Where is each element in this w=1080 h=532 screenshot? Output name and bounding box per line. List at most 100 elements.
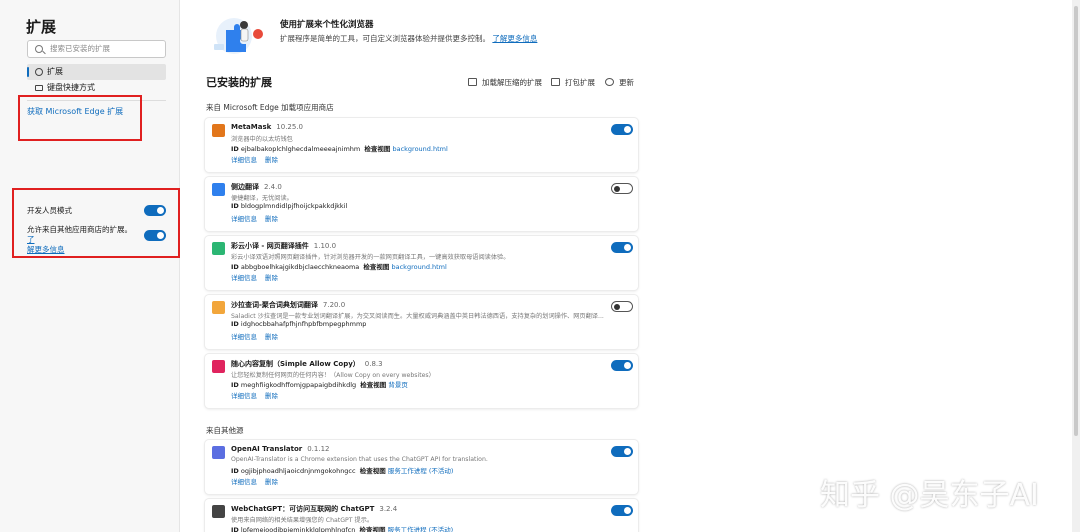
scrollbar-thumb[interactable] — [1074, 6, 1078, 436]
folder-icon — [468, 78, 477, 86]
banner-title: 使用扩展来个性化浏览器 — [280, 20, 374, 30]
extension-description: Saladict 沙拉查词是一款专业划词翻译扩展，为交叉阅读而生。大量权威词典涵… — [231, 313, 604, 320]
extension-card: 随心内容复制（Simple Allow Copy） 0.8.3 让您轻松复制任何网页… — [205, 354, 638, 408]
search-icon — [35, 45, 43, 53]
id-label: ID — [231, 320, 239, 328]
extension-id-row: ID meghfiigkodhffomjgpapaigbdihkdlg 检查视图… — [231, 379, 408, 389]
extension-name: OpenAI Translator 0.1.12 — [231, 445, 329, 453]
details-link[interactable]: 详细信息 — [231, 392, 257, 400]
extension-name: 沙拉查词-聚合词典划词翻译 7.20.0 — [231, 300, 345, 310]
id-label: ID — [231, 467, 239, 475]
extension-id: bldogplmndidlpjfhoijckpakkdjkkil — [240, 202, 348, 210]
watermark: 知乎 @吴东子AI — [820, 478, 1039, 513]
extension-id-row: ID abbgboelhkajgikdbjclaecchkneaoma 检查视图… — [231, 261, 447, 271]
banner-learn-more-link[interactable]: 了解更多信息 — [492, 34, 537, 43]
extension-name: 侧边翻译 2.4.0 — [231, 182, 282, 192]
extension-id-row: ID idghocbbahafpfhjnfhpbfbmpegphmmp — [231, 320, 366, 328]
banner-illustration — [214, 18, 263, 54]
extension-toggle[interactable] — [611, 360, 633, 371]
id-label: ID — [231, 263, 239, 271]
inspect-view-link[interactable]: 服务工作进程 (不活动) — [388, 467, 454, 475]
remove-link[interactable]: 删除 — [265, 156, 278, 164]
sidebar-item-extensions[interactable]: 扩展 — [27, 64, 166, 80]
id-label: ID — [231, 202, 239, 210]
sidebar-item-label: 扩展 — [47, 67, 63, 76]
extension-version: 0.8.3 — [364, 360, 383, 368]
remove-link[interactable]: 删除 — [265, 478, 278, 486]
extension-toggle[interactable] — [611, 505, 633, 516]
extension-description: 便捷翻译，无忧阅读。 — [231, 195, 293, 202]
extension-id: ejbalbakoplchlghecdalmeeeajnimhm — [240, 145, 361, 153]
details-link[interactable]: 详细信息 — [231, 333, 257, 341]
extension-id-row: ID lpfemeioodjbpieminkklglpmhlngfcn 检查视图… — [231, 524, 453, 532]
extension-toggle[interactable] — [611, 301, 633, 312]
extension-id-row: ID ogjibjphoadhljaoicdnjnmgokohngcc 检查视图… — [231, 465, 453, 475]
inspect-views-label: 检查视图 — [363, 263, 390, 271]
inspect-views-label: 检查视图 — [360, 381, 387, 389]
fox-icon — [212, 124, 225, 137]
remove-link[interactable]: 删除 — [265, 215, 278, 223]
pack-extension-button[interactable]: 打包扩展 — [551, 77, 595, 88]
details-link[interactable]: 详细信息 — [231, 215, 257, 223]
extension-id-row: ID bldogplmndidlpjfhoijckpakkdjkkil — [231, 202, 347, 210]
caiyun-icon — [212, 242, 225, 255]
details-link[interactable]: 详细信息 — [231, 156, 257, 164]
load-unpacked-button[interactable]: 加载解压缩的扩展 — [468, 77, 542, 88]
sidebar-item-label: 键盘快捷方式 — [47, 83, 95, 92]
extension-version: 1.10.0 — [313, 242, 337, 250]
extension-card: OpenAI Translator 0.1.12 OpenAI-Translator… — [205, 440, 638, 494]
pack-extension-label: 打包扩展 — [565, 78, 595, 87]
extension-name: MetaMask 10.25.0 — [231, 123, 303, 131]
extension-name: WebChatGPT：可访问互联网的 ChatGPT 3.2.4 — [231, 504, 397, 514]
copy-icon — [212, 360, 225, 373]
extension-actions: 详细信息 删除 — [231, 331, 286, 341]
details-link[interactable]: 详细信息 — [231, 478, 257, 486]
extension-actions: 详细信息 删除 — [231, 476, 286, 486]
openai-icon — [212, 446, 225, 459]
extension-name-text: WebChatGPT：可访问互联网的 ChatGPT — [231, 505, 375, 513]
extension-toggle[interactable] — [611, 183, 633, 194]
section-other-label: 来自其他源 — [206, 426, 244, 435]
keyboard-icon — [35, 85, 43, 91]
extension-description: 彩云小译双语对照网页翻译插件，针对浏览器开发的一款网页翻译工具，一键高效获取母语… — [231, 254, 510, 261]
update-button[interactable]: 更新 — [605, 77, 634, 88]
remove-link[interactable]: 删除 — [265, 274, 278, 282]
gear-icon — [35, 68, 43, 76]
extension-name-text: 侧边翻译 — [231, 183, 259, 191]
extension-name-text: 沙拉查词-聚合词典划词翻译 — [231, 301, 318, 309]
extension-card: MetaMask 10.25.0 浏览器中的以太坊钱包 ID ejbalbakoplc… — [205, 118, 638, 172]
extension-name-text: 随心内容复制（Simple Allow Copy） — [231, 360, 360, 368]
sidebar-item-keyboard-shortcuts[interactable]: 键盘快捷方式 — [27, 80, 166, 96]
extension-id: ogjibjphoadhljaoicdnjnmgokohngcc — [240, 467, 356, 475]
extension-version: 7.20.0 — [322, 301, 346, 309]
inspect-view-link[interactable]: 服务工作进程 (不活动) — [388, 526, 454, 532]
extension-name-text: 彩云小译 - 网页翻译插件 — [231, 242, 309, 250]
extension-actions: 详细信息 删除 — [231, 390, 286, 400]
extension-card: WebChatGPT：可访问互联网的 ChatGPT 3.2.4 使用来自网络的相关… — [205, 499, 638, 532]
extension-name-text: MetaMask — [231, 123, 272, 131]
banner-description-text: 扩展程序是简单的工具，可自定义浏览器体验并提供更多控制。 — [280, 34, 490, 43]
id-label: ID — [231, 145, 239, 153]
load-unpacked-label: 加载解压缩的扩展 — [482, 78, 542, 87]
search-input[interactable]: 搜索已安装的扩展 — [27, 40, 166, 58]
extension-actions: 详细信息 删除 — [231, 213, 286, 223]
scrollbar[interactable] — [1072, 0, 1080, 532]
inspect-view-link[interactable]: background.html — [392, 263, 447, 271]
extension-version: 2.4.0 — [264, 183, 282, 191]
extension-name: 彩云小译 - 网页翻译插件 1.10.0 — [231, 241, 336, 251]
inspect-views-label: 检查视图 — [364, 145, 391, 153]
installed-extensions-title: 已安装的扩展 — [206, 76, 272, 89]
extension-toggle[interactable] — [611, 446, 633, 457]
extension-name: 随心内容复制（Simple Allow Copy） 0.8.3 — [231, 359, 383, 369]
remove-link[interactable]: 删除 — [265, 333, 278, 341]
extension-id: meghfiigkodhffomjgpapaigbdihkdlg — [240, 381, 357, 389]
inspect-view-link[interactable]: 背景页 — [388, 381, 408, 389]
extension-description: OpenAI-Translator is a Chrome extension … — [231, 456, 488, 463]
remove-link[interactable]: 删除 — [265, 392, 278, 400]
extension-toggle[interactable] — [611, 242, 633, 253]
extension-id: idghocbbahafpfhjnfhpbfbmpegphmmp — [240, 320, 367, 328]
extension-toggle[interactable] — [611, 124, 633, 135]
sidebar-title: 扩展 — [26, 18, 57, 36]
details-link[interactable]: 详细信息 — [231, 274, 257, 282]
inspect-view-link[interactable]: background.html — [392, 145, 447, 153]
